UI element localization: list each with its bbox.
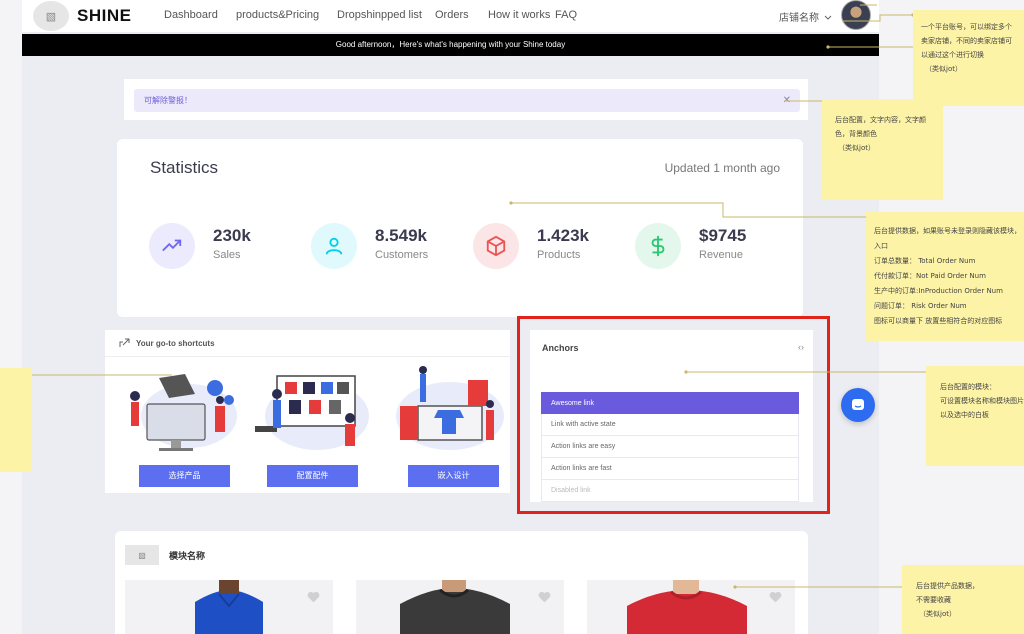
stat-label: Customers (375, 249, 429, 261)
product-card[interactable] (125, 580, 333, 634)
product-card[interactable] (587, 580, 795, 634)
share-icon (119, 338, 130, 347)
brand-name[interactable]: SHINE (77, 6, 131, 26)
chat-support-button[interactable] (841, 388, 875, 422)
note-line: 问题订单： Risk Order Num (874, 302, 967, 310)
heart-icon[interactable] (538, 591, 551, 603)
nav-how-it-works[interactable]: How it works (488, 9, 550, 21)
product-image (195, 580, 263, 634)
note-line: 代付款订单：Not Paid Order Num (874, 272, 986, 280)
chevron-down-icon (824, 15, 832, 20)
note-line: 生产中的订单:InProduction Order Num (874, 287, 1003, 295)
anchor-link-easy[interactable]: Action links are easy (541, 436, 799, 458)
sticky-note-banner: 后台配置，文字内容，文字颜 色，背景颜色 （类似jot） (822, 99, 943, 200)
note-line: （类似jot） (925, 65, 962, 73)
sticky-note-products: 后台提供产品数据， 不需要收藏 （类似jot） (902, 565, 1024, 634)
note-line: （类似jot） (919, 610, 956, 618)
select-product-illustration (130, 374, 237, 451)
note-line: （类似jot） (838, 144, 875, 152)
anchors-title: Anchors (542, 343, 579, 353)
note-line: 不需要收藏 (916, 596, 951, 604)
box-icon (473, 223, 519, 269)
sticky-note-statistics: 后台提供数据，如果账号未登录则隐藏该模块， 入口 订单总数量： Total Or… (866, 212, 1024, 341)
page-canvas: ▧ SHINE Dashboard products&Pricing Drops… (22, 0, 879, 634)
note-line: 后台配置的模块： (940, 383, 996, 391)
statistics-title: Statistics (150, 158, 219, 177)
user-avatar[interactable] (841, 0, 871, 30)
nav-dashboard[interactable]: Dashboard (164, 9, 218, 21)
shortcuts-title: Your go-to shortcuts (136, 338, 215, 348)
anchors-card: Anchors ‹› Awesome link Link with active… (530, 330, 813, 502)
stat-value: 230k (213, 226, 251, 245)
stat-value: $9745 (699, 226, 747, 245)
note-line: 订单总数量： Total Order Num (874, 257, 976, 265)
statistics-updated: Updated 1 month ago (664, 161, 780, 175)
anchor-link-awesome[interactable]: Awesome link (541, 392, 799, 414)
nav-faq[interactable]: FAQ (555, 9, 577, 21)
sticky-note-account: 一个平台账号，可以绑定多个 卖家店铺，不同的卖家店铺可 以通过这个进行切换 （类… (913, 10, 1024, 106)
image-placeholder-icon: ▧ (125, 545, 159, 565)
nav-dropshipped-list[interactable]: Dropshinpped list (337, 9, 422, 21)
note-line: 后台提供产品数据， (916, 582, 979, 590)
module-title: 模块名称 (169, 552, 206, 562)
greeting-banner: Good afternoon，Here's what's happening w… (22, 34, 879, 56)
user-icon (311, 223, 357, 269)
product-card[interactable] (356, 580, 564, 634)
stat-label: Sales (213, 249, 241, 261)
nav-products-pricing[interactable]: products&Pricing (236, 9, 319, 21)
note-line: 图标可以商量下 放置些相符合的对应图标 (874, 317, 1003, 325)
product-image (627, 580, 747, 634)
heart-icon[interactable] (307, 591, 320, 603)
note-line: 以及选中的白板 (940, 411, 989, 419)
logo-placeholder-icon: ▧ (33, 1, 69, 31)
statistics-card: Statistics Updated 1 month ago 230k Sale… (117, 139, 803, 317)
embed-design-button[interactable]: 嵌入设计 (408, 465, 499, 487)
select-product-button[interactable]: 选择产品 (139, 465, 230, 487)
shortcuts-header: Your go-to shortcuts (119, 338, 215, 348)
store-switcher[interactable]: 店铺名称 (779, 9, 832, 24)
divider (105, 356, 510, 357)
embed-design-illustration (396, 366, 504, 450)
alert-container: 可解除警报！ ✕ (124, 79, 808, 120)
stat-label: Revenue (699, 249, 744, 261)
note-line: 后台提供数据，如果账号未登录则隐藏该模块， (874, 227, 1021, 235)
anchor-list: Awesome link Link with active state Acti… (541, 392, 799, 502)
configure-parts-button[interactable]: 配置配件 (267, 465, 358, 487)
note-line: 后台配置，文字内容，文字颜 (835, 116, 926, 124)
anchor-link-disabled: Disabled link (541, 480, 799, 502)
stat-value: 1.423k (537, 226, 589, 245)
anchors-highlight-frame: Anchors ‹› Awesome link Link with active… (517, 316, 830, 514)
dismissible-alert: 可解除警报！ ✕ (134, 89, 800, 112)
sticky-note-shortcuts (0, 368, 32, 472)
note-line: 入口 (874, 242, 888, 250)
product-image (400, 580, 510, 634)
store-name: 店铺名称 (779, 13, 819, 24)
note-line: 色，背景颜色 (835, 130, 877, 138)
alert-text: 可解除警报！ (144, 96, 192, 105)
note-line: 以通过这个进行切换 (921, 51, 984, 59)
note-line: 可设置模块名称和模块图片 (940, 397, 1024, 405)
stat-label: Products (537, 249, 581, 261)
code-icon[interactable]: ‹› (798, 342, 804, 352)
heart-icon[interactable] (769, 591, 782, 603)
stat-value: 8.549k (375, 226, 427, 245)
product-module: ▧ 模块名称 (115, 531, 808, 634)
sticky-note-anchors: 后台配置的模块： 可设置模块名称和模块图片 以及选中的白板 (926, 366, 1024, 466)
chat-icon (852, 399, 864, 410)
shortcuts-card: Your go-to shortcuts 选择产品 配置配件 嵌入设计 (105, 330, 510, 493)
trending-up-icon (149, 223, 195, 269)
note-line: 卖家店铺，不同的卖家店铺可 (921, 37, 1012, 45)
top-navbar: ▧ SHINE Dashboard products&Pricing Drops… (22, 0, 879, 32)
anchor-link-active-state[interactable]: Link with active state (541, 414, 799, 436)
configure-parts-illustration (255, 375, 369, 450)
note-line: 一个平台账号，可以绑定多个 (921, 23, 1012, 31)
dollar-icon (635, 223, 681, 269)
close-icon[interactable]: ✕ (783, 89, 791, 112)
nav-orders[interactable]: Orders (435, 9, 469, 21)
anchor-link-fast[interactable]: Action links are fast (541, 458, 799, 480)
